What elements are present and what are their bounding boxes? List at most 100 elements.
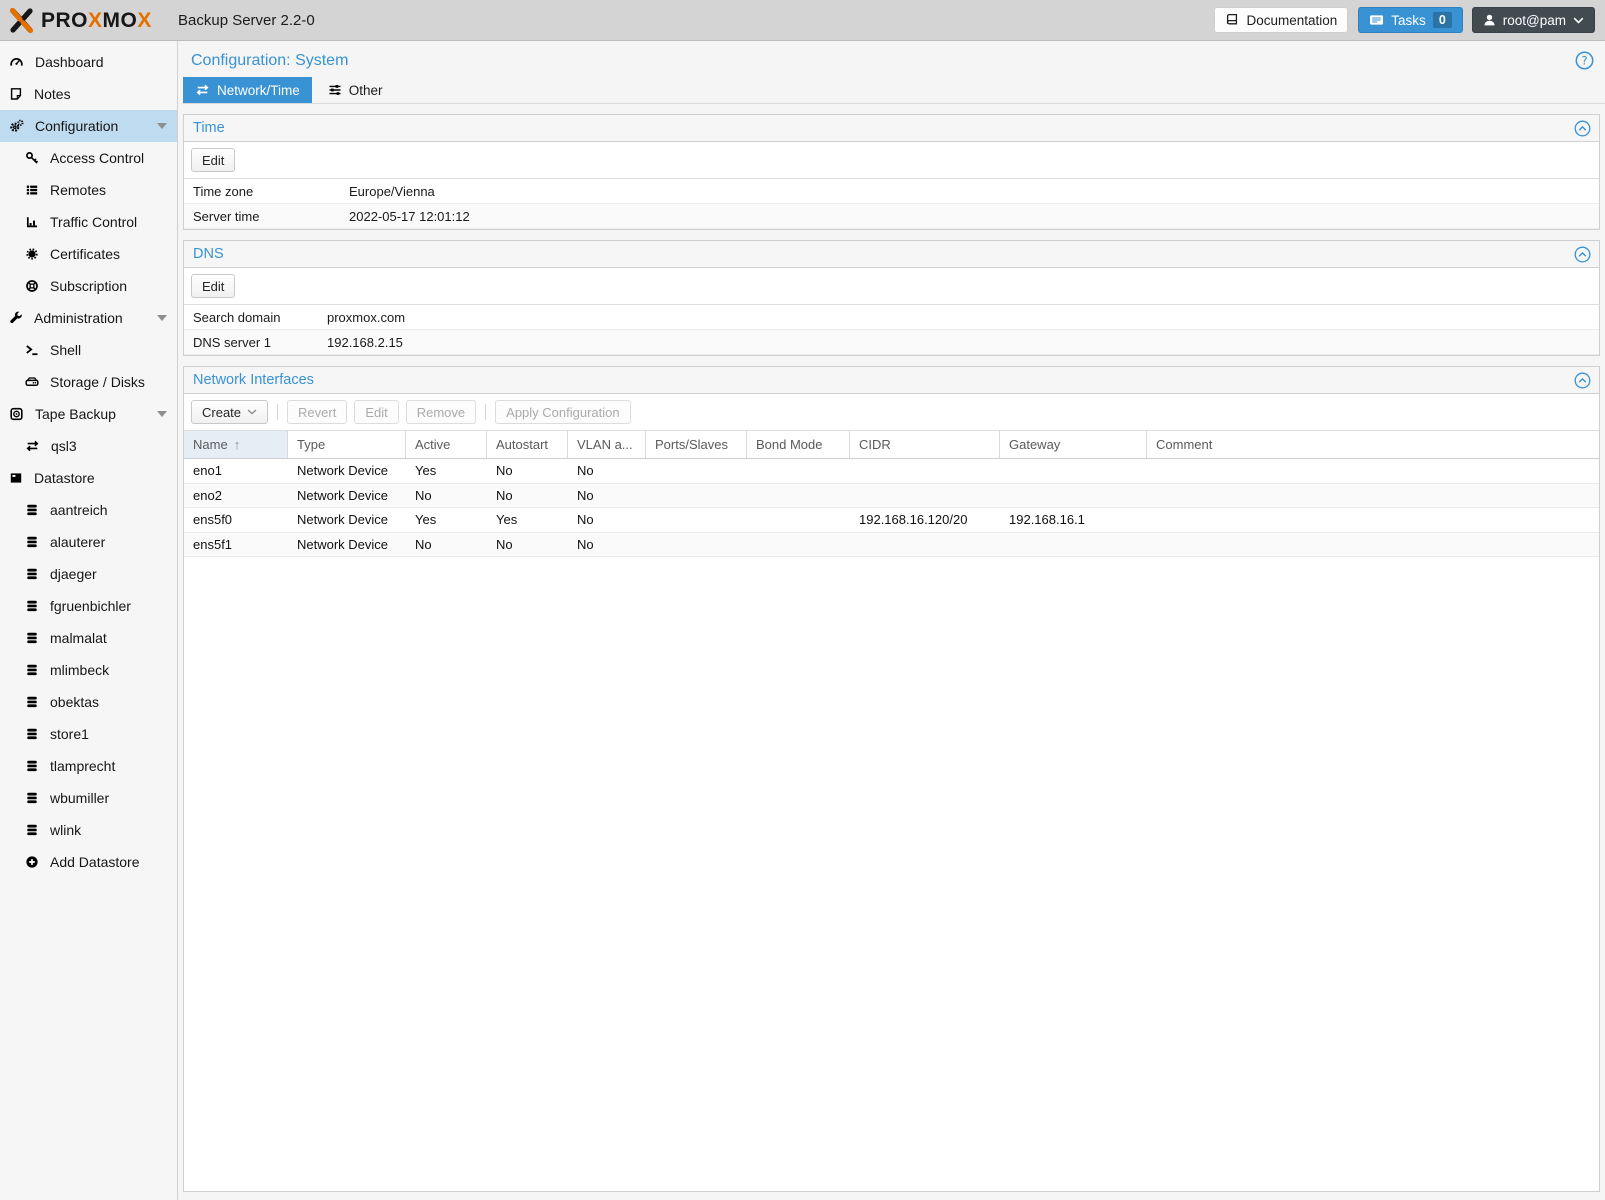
sidebar-item-djaeger[interactable]: djaeger (0, 558, 177, 590)
sidebar-item-wbumiller[interactable]: wbumiller (0, 782, 177, 814)
sidebar-item-configuration[interactable]: Configuration (0, 110, 177, 142)
sidebar-item-obektas[interactable]: obektas (0, 686, 177, 718)
user-menu-button[interactable]: root@pam (1472, 7, 1595, 33)
sidebar-item-alauterer[interactable]: alauterer (0, 526, 177, 558)
sidebar-item-notes[interactable]: Notes (0, 78, 177, 110)
list-icon (25, 183, 39, 197)
cell-vlan-a: No (568, 488, 646, 503)
sidebar-item-datastore[interactable]: Datastore (0, 462, 177, 494)
main-content: Configuration: System ? Network/TimeOthe… (178, 41, 1605, 1200)
sidebar-item-label: Configuration (35, 118, 118, 134)
sidebar-item-access-control[interactable]: Access Control (0, 142, 177, 174)
table-row-ens5f1[interactable]: ens5f1Network DeviceNoNoNo (184, 533, 1599, 558)
cell-vlan-a: No (568, 463, 646, 478)
sidebar-item-label: Add Datastore (50, 854, 140, 870)
tab-other[interactable]: Other (316, 77, 395, 103)
column-header-comment[interactable]: Comment (1147, 431, 1599, 458)
sidebar-item-label: Traffic Control (50, 214, 137, 230)
sidebar-item-label: Shell (50, 342, 81, 358)
sidebar-item-storage-disks[interactable]: Storage / Disks (0, 366, 177, 398)
create-button[interactable]: Create (191, 400, 268, 424)
dns-value: proxmox.com (327, 310, 1599, 325)
sidebar-item-tape-backup[interactable]: Tape Backup (0, 398, 177, 430)
sidebar-item-qsl3[interactable]: qsl3 (0, 430, 177, 462)
tasks-button[interactable]: Tasks 0 (1358, 7, 1462, 33)
sidebar-item-tlamprecht[interactable]: tlamprecht (0, 750, 177, 782)
tab-network-time[interactable]: Network/Time (183, 77, 312, 103)
column-header-gateway[interactable]: Gateway (1000, 431, 1147, 458)
sidebar-item-label: Tape Backup (35, 406, 116, 422)
documentation-button[interactable]: Documentation (1214, 7, 1348, 33)
network-panel-header: Network Interfaces (184, 367, 1599, 394)
help-icon[interactable]: ? (1575, 51, 1594, 70)
cell-type: Network Device (288, 537, 406, 552)
box-icon (9, 471, 23, 485)
chevron-down-icon (1573, 17, 1584, 24)
database-icon (25, 695, 39, 709)
dns-edit-button[interactable]: Edit (191, 274, 235, 298)
column-label: Ports/Slaves (655, 437, 728, 452)
caret-down-icon[interactable] (157, 315, 167, 321)
sidebar-item-traffic-control[interactable]: Traffic Control (0, 206, 177, 238)
button-label: Revert (298, 405, 336, 420)
sidebar-item-remotes[interactable]: Remotes (0, 174, 177, 206)
plus-circle-icon (25, 855, 39, 869)
time-panel-title: Time (193, 120, 225, 136)
cell-active: Yes (406, 512, 487, 527)
sidebar-item-malmalat[interactable]: malmalat (0, 622, 177, 654)
collapse-icon[interactable] (1574, 372, 1591, 389)
table-row-eno1[interactable]: eno1Network DeviceYesNoNo (184, 459, 1599, 484)
column-label: Comment (1156, 437, 1212, 452)
sidebar-item-label: Remotes (50, 182, 106, 198)
collapse-icon[interactable] (1574, 246, 1591, 263)
button-label: Edit (365, 405, 387, 420)
sidebar-item-dashboard[interactable]: Dashboard (0, 46, 177, 78)
sidebar-item-add-datastore[interactable]: Add Datastore (0, 846, 177, 878)
sidebar-item-administration[interactable]: Administration (0, 302, 177, 334)
sidebar-item-certificates[interactable]: Certificates (0, 238, 177, 270)
database-icon (25, 791, 39, 805)
sidebar-item-store1[interactable]: store1 (0, 718, 177, 750)
sidebar-item-fgruenbichler[interactable]: fgruenbichler (0, 590, 177, 622)
table-row-eno2[interactable]: eno2Network DeviceNoNoNo (184, 484, 1599, 509)
sidebar-item-aantreich[interactable]: aantreich (0, 494, 177, 526)
caret-down-icon[interactable] (157, 411, 167, 417)
dns-panel-header: DNS (184, 241, 1599, 268)
column-header-cidr[interactable]: CIDR (850, 431, 1000, 458)
sidebar-item-shell[interactable]: Shell (0, 334, 177, 366)
column-header-type[interactable]: Type (288, 431, 406, 458)
key-icon (25, 151, 39, 165)
column-header-ports-slaves[interactable]: Ports/Slaves (646, 431, 747, 458)
column-header-bond-mode[interactable]: Bond Mode (747, 431, 850, 458)
time-row-server-time[interactable]: Server time2022-05-17 12:01:12 (184, 204, 1599, 229)
cell-active: No (406, 488, 487, 503)
network-interfaces-panel: Network Interfaces CreateRevertEditRemov… (183, 366, 1600, 1192)
tab-label: Other (349, 83, 383, 98)
dns-row-search-domain[interactable]: Search domainproxmox.com (184, 305, 1599, 330)
table-row-ens5f0[interactable]: ens5f0Network DeviceYesYesNo192.168.16.1… (184, 508, 1599, 533)
dns-kv-grid: Search domainproxmox.comDNS server 1192.… (184, 305, 1599, 355)
column-label: CIDR (859, 437, 891, 452)
dns-toolbar: Edit (184, 268, 1599, 305)
collapse-icon[interactable] (1574, 120, 1591, 137)
column-header-vlan-a[interactable]: VLAN a... (568, 431, 646, 458)
column-header-name[interactable]: Name↑ (184, 431, 288, 458)
sidebar-item-label: qsl3 (51, 438, 77, 454)
proxmox-logo: PROXMOX (8, 7, 176, 34)
sidebar-item-subscription[interactable]: Subscription (0, 270, 177, 302)
sidebar-item-label: aantreich (50, 502, 108, 518)
sidebar-item-label: tlamprecht (50, 758, 115, 774)
sidebar-item-label: Dashboard (35, 54, 104, 70)
cell-vlan-a: No (568, 512, 646, 527)
sidebar-item-wlink[interactable]: wlink (0, 814, 177, 846)
column-header-active[interactable]: Active (406, 431, 487, 458)
dns-row-dns-server-1[interactable]: DNS server 1192.168.2.15 (184, 330, 1599, 355)
tasks-count-badge: 0 (1433, 12, 1452, 28)
time-edit-button[interactable]: Edit (191, 148, 235, 172)
sidebar-item-mlimbeck[interactable]: mlimbeck (0, 654, 177, 686)
note-icon (9, 87, 23, 101)
time-row-time-zone[interactable]: Time zoneEurope/Vienna (184, 179, 1599, 204)
caret-down-icon[interactable] (157, 123, 167, 129)
cell-name: eno1 (184, 463, 288, 478)
column-header-autostart[interactable]: Autostart (487, 431, 568, 458)
